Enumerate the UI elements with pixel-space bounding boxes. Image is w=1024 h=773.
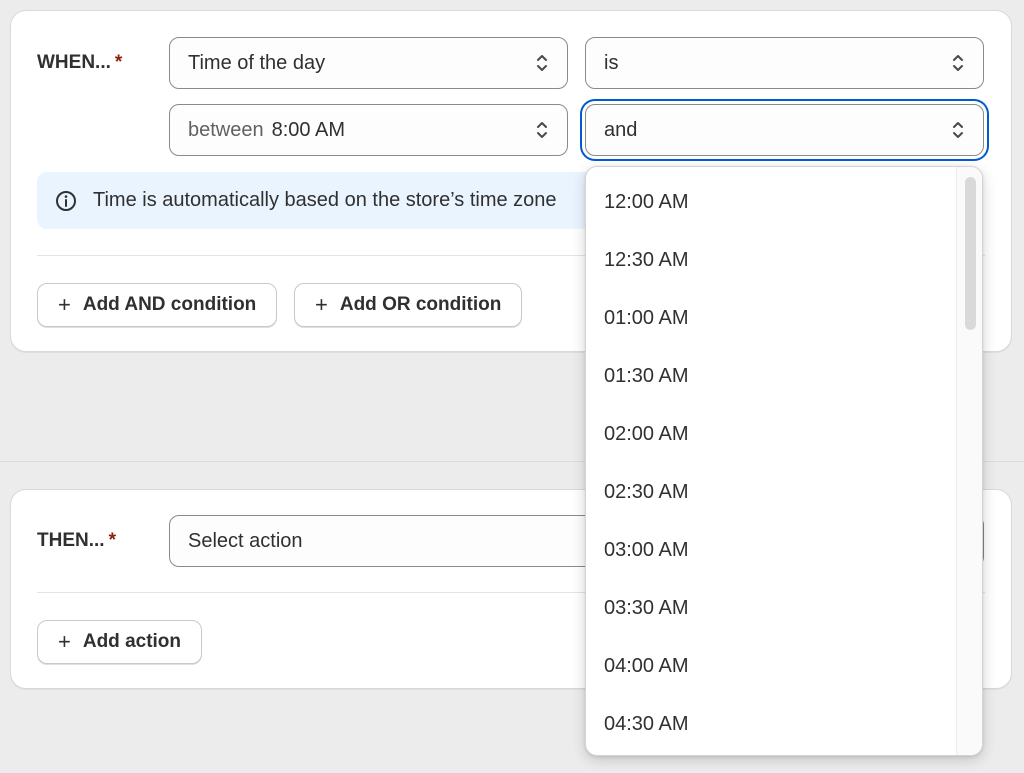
condition-field-select[interactable]: Time of the day <box>169 37 568 89</box>
condition-operator-select[interactable]: is <box>585 37 984 89</box>
chevron-up-down-icon <box>953 55 963 71</box>
start-time-prefix: between <box>188 118 264 141</box>
when-label-row: WHEN... * <box>37 52 122 74</box>
add-or-condition-button[interactable]: + Add OR condition <box>294 283 523 327</box>
then-label: THEN... <box>37 530 105 551</box>
add-action-label: Add action <box>82 631 182 652</box>
then-required-mark: * <box>108 530 116 551</box>
time-option[interactable]: 03:30 AM <box>604 593 689 623</box>
plus-icon: + <box>58 629 71 654</box>
add-action-button[interactable]: + Add action <box>37 620 203 664</box>
chevron-up-down-icon <box>537 122 547 138</box>
timezone-info-text: Time is automatically based on the store… <box>93 189 557 211</box>
start-time-value: 8:00 AM <box>271 118 346 141</box>
time-option[interactable]: 02:00 AM <box>604 419 689 449</box>
end-time-value: and <box>604 118 638 141</box>
timezone-info-banner: Time is automatically based on the store… <box>37 172 597 229</box>
then-label-row: THEN... * <box>37 530 116 552</box>
time-option[interactable]: 04:00 AM <box>604 651 689 681</box>
add-and-condition-button[interactable]: + Add AND condition <box>37 283 278 327</box>
condition-field-value: Time of the day <box>188 51 326 74</box>
plus-icon: + <box>315 292 328 317</box>
condition-operator-value: is <box>604 51 619 74</box>
action-select-placeholder: Select action <box>188 529 303 552</box>
end-time-select[interactable]: and <box>585 104 984 156</box>
chevron-up-down-icon <box>953 122 963 138</box>
dropdown-scrollbar[interactable] <box>956 167 982 755</box>
plus-icon: + <box>58 292 71 317</box>
start-time-select[interactable]: between 8:00 AM <box>169 104 568 156</box>
time-option[interactable]: 01:00 AM <box>604 303 689 333</box>
add-or-condition-label: Add OR condition <box>339 294 502 315</box>
dropdown-scrollbar-thumb[interactable] <box>965 177 976 330</box>
time-options-dropdown[interactable]: 12:00 AM 12:30 AM 01:00 AM 01:30 AM 02:0… <box>585 166 983 756</box>
time-option[interactable]: 04:30 AM <box>604 709 689 739</box>
when-label: WHEN... <box>37 52 111 73</box>
info-icon <box>56 190 76 211</box>
time-option[interactable]: 01:30 AM <box>604 361 689 391</box>
time-option[interactable]: 12:00 AM <box>604 187 689 217</box>
time-option[interactable]: 02:30 AM <box>604 477 689 507</box>
time-option[interactable]: 03:00 AM <box>604 535 689 565</box>
time-option[interactable]: 12:30 AM <box>604 245 689 275</box>
chevron-up-down-icon <box>537 55 547 71</box>
add-and-condition-label: Add AND condition <box>82 294 257 315</box>
when-required-mark: * <box>114 52 123 73</box>
